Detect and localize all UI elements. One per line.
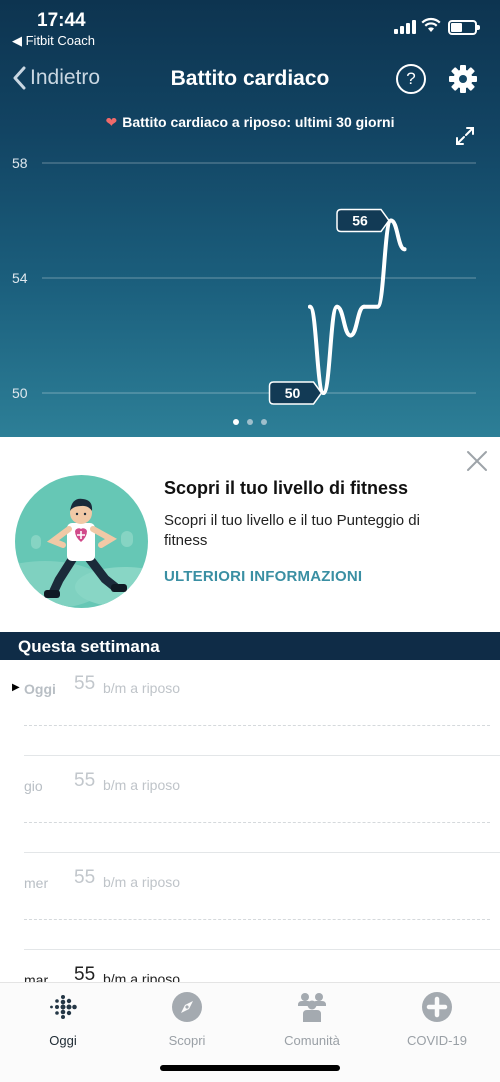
fitness-illustration [15, 475, 148, 608]
page-indicator [0, 412, 500, 430]
y-tick-label: 50 [12, 385, 28, 401]
page-dot[interactable] [261, 419, 267, 425]
page-dot[interactable] [233, 419, 239, 425]
home-indicator [160, 1065, 340, 1071]
chart-subtitle-text: Battito cardiaco a riposo: ultimi 30 gio… [122, 114, 395, 130]
week-section-header: Questa settimana [0, 632, 500, 660]
data-point [335, 304, 339, 309]
tab-label: Oggi [49, 1033, 77, 1048]
row-day: mer [24, 875, 49, 891]
tab-comunita[interactable]: Comunità [257, 991, 367, 1048]
tab-scopri[interactable]: Scopri [132, 991, 242, 1048]
row-divider [24, 822, 490, 823]
week-list[interactable]: ▶ Oggi 55 b/m a riposo gio 55 b/m a riposo mer 5… [0, 660, 500, 982]
row-value: 55 [74, 770, 96, 791]
page-dot[interactable] [247, 419, 253, 425]
chart-subtitle: ❤ Battito cardiaco a riposo: ultimi 30 gi… [0, 114, 500, 131]
help-button[interactable]: ? [396, 64, 426, 94]
learn-more-link[interactable]: ULTERIORI INFORMAZIONI [164, 568, 362, 585]
wifi-icon [421, 17, 441, 32]
data-point [375, 304, 380, 309]
navigation-bar: Indietro Battito cardiaco ? [0, 56, 500, 102]
row-value: 55 [74, 964, 96, 982]
tab-oggi[interactable]: Oggi [8, 991, 118, 1048]
status-time: 17:44 [37, 10, 86, 31]
heart-rate-chart[interactable]: 58 54 50 50 56 [0, 150, 500, 420]
value-callout: 56 [336, 208, 390, 233]
row-divider [24, 725, 490, 726]
back-to-app-link[interactable]: ◀ Fitbit Coach [12, 33, 95, 49]
promo-title: Scopri il tuo livello di fitness [164, 478, 409, 498]
gear-icon[interactable] [448, 64, 478, 94]
fitbit-dots-icon [50, 995, 77, 1019]
week-row[interactable]: ▶ Oggi 55 b/m a riposo [0, 660, 500, 757]
tab-covid-19[interactable]: COVID-19 [382, 991, 492, 1048]
heart-rate-series-line [308, 218, 407, 395]
week-row[interactable]: gio 55 b/m a riposo [0, 757, 500, 854]
selected-marker-icon: ▶ [12, 682, 20, 693]
tab-label: COVID-19 [407, 1033, 467, 1048]
week-row[interactable]: mar 55 b/m a riposo [0, 951, 500, 982]
data-point [362, 304, 366, 309]
row-day: Oggi [24, 681, 56, 697]
value-callout: 50 [268, 381, 323, 405]
row-day: gio [24, 778, 43, 794]
row-separator [24, 852, 500, 853]
compass-icon [172, 992, 202, 1022]
heart-icon: ❤ [105, 114, 118, 130]
data-point [402, 247, 407, 252]
data-point [348, 333, 353, 338]
close-icon[interactable] [466, 450, 488, 472]
row-separator [24, 755, 500, 756]
row-divider [24, 919, 490, 920]
battery-icon [448, 20, 480, 35]
row-value: 55 [74, 867, 96, 888]
row-unit: b/m a riposo [103, 971, 181, 982]
fitness-promo-card: Scopri il tuo livello di fitness Scopri … [0, 437, 500, 632]
callout-label: 50 [285, 385, 301, 401]
expand-icon[interactable] [455, 126, 475, 146]
row-unit: b/m a riposo [103, 874, 181, 890]
cellular-signal-icon [394, 20, 416, 34]
plus-circle-icon [422, 992, 452, 1022]
row-separator [24, 949, 500, 950]
promo-description: Scopri il tuo livello e il tuo Punteggio… [164, 512, 420, 549]
y-tick-label: 54 [12, 270, 28, 286]
heart-rate-header: 17:44 ◀ Fitbit Coach Indietro Battito ca… [0, 0, 500, 437]
row-day: mar [24, 972, 49, 982]
week-row[interactable]: mer 55 b/m a riposo [0, 854, 500, 951]
row-value: 55 [74, 673, 96, 694]
row-unit: b/m a riposo [103, 777, 181, 793]
status-bar: 17:44 ◀ Fitbit Coach [0, 0, 500, 52]
tab-label: Scopri [168, 1033, 206, 1048]
row-unit: b/m a riposo [103, 680, 181, 696]
callout-label: 56 [352, 213, 368, 229]
y-tick-label: 58 [12, 155, 28, 171]
data-point [308, 304, 312, 309]
community-icon [298, 993, 326, 1022]
tab-label: Comunità [284, 1033, 340, 1048]
